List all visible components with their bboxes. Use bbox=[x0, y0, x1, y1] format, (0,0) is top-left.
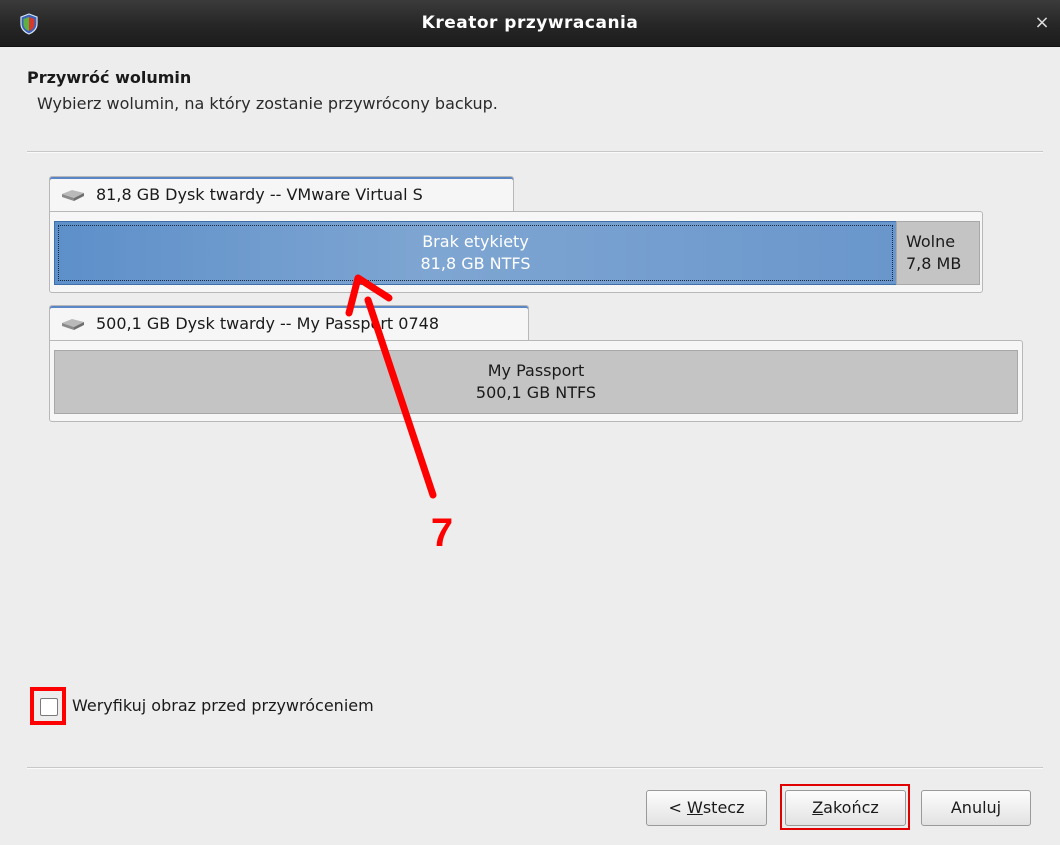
back-button-prefix: < bbox=[668, 798, 687, 817]
finish-button-label: akończ bbox=[823, 798, 879, 817]
verify-checkbox[interactable] bbox=[40, 698, 58, 716]
annotation-number: 7 bbox=[431, 511, 453, 555]
footer-divider bbox=[27, 767, 1043, 769]
back-button[interactable]: < Wstecz bbox=[646, 790, 767, 826]
cancel-button[interactable]: Anuluj bbox=[921, 790, 1031, 826]
annotation-arrow: 7 bbox=[345, 274, 453, 555]
verify-checkbox-label[interactable]: Weryfikuj obraz przed przywróceniem bbox=[72, 696, 374, 715]
back-button-mnemonic: W bbox=[687, 798, 703, 817]
finish-button[interactable]: Zakończ bbox=[785, 790, 906, 826]
finish-button-mnemonic: Z bbox=[812, 798, 824, 817]
back-button-label: stecz bbox=[702, 798, 745, 817]
